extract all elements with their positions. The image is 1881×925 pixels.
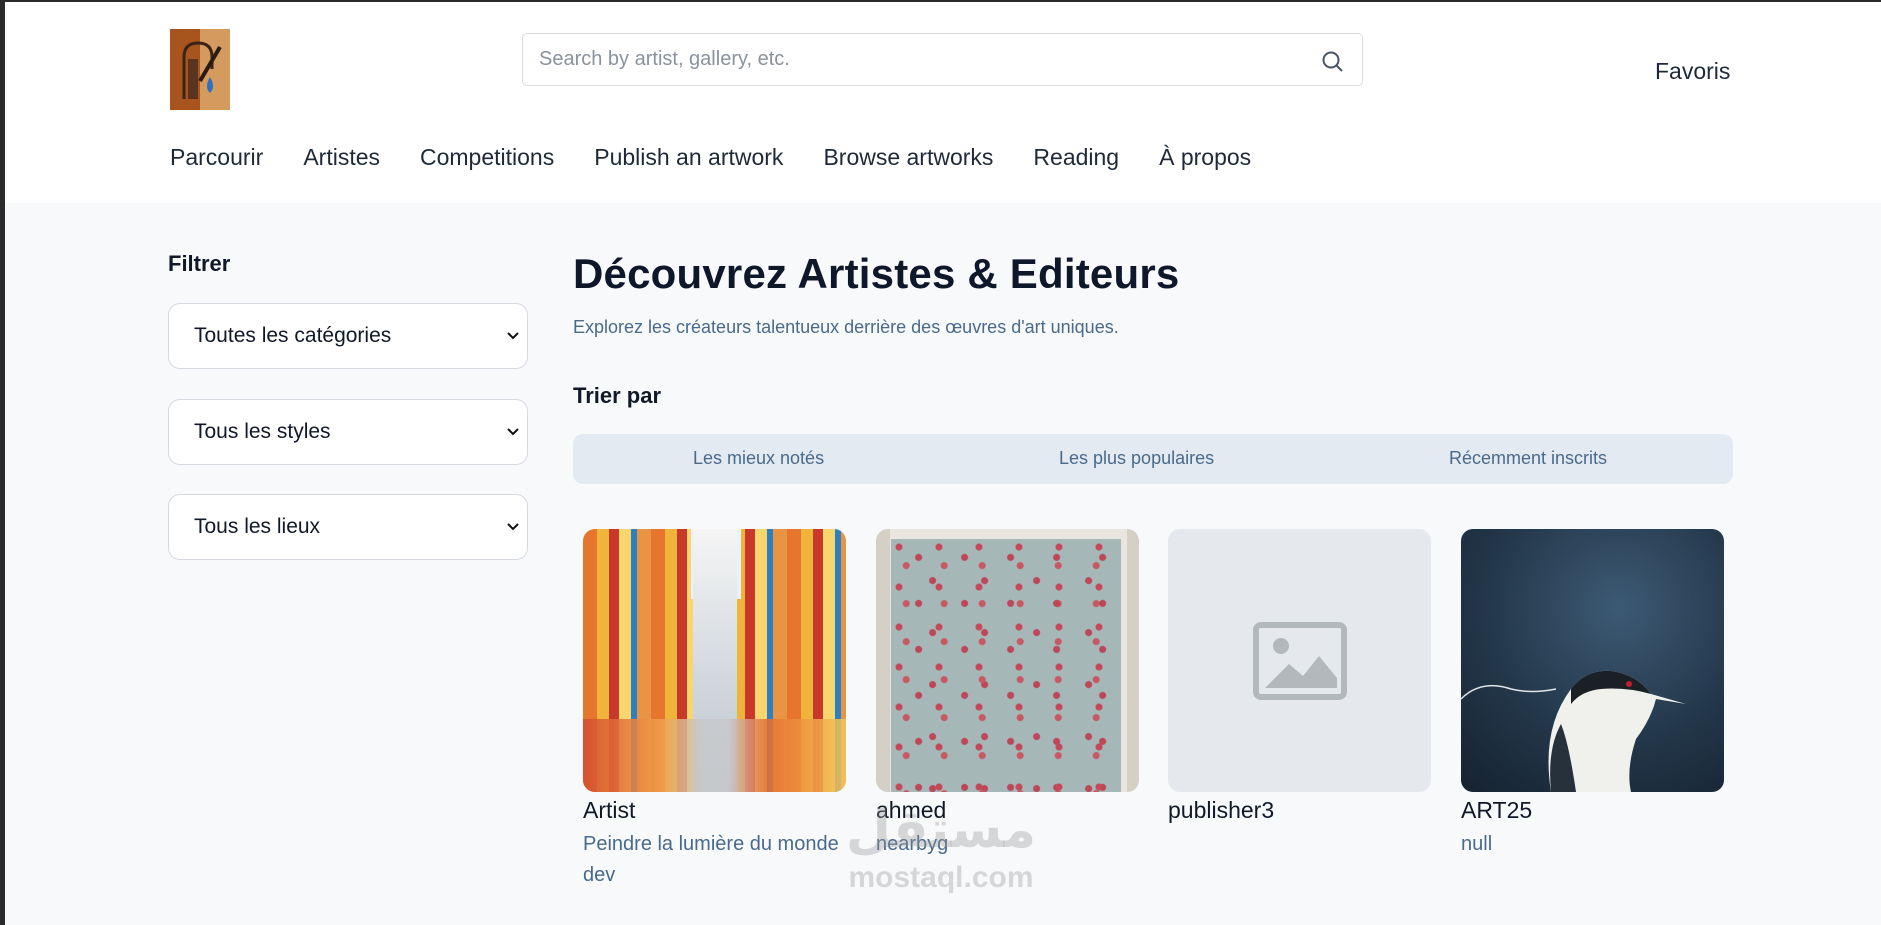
sort-recently-joined[interactable]: Récemment inscrits xyxy=(1449,448,1607,469)
sort-most-popular[interactable]: Les plus populaires xyxy=(1059,448,1214,469)
chevron-down-icon xyxy=(507,332,519,340)
search-icon[interactable] xyxy=(1320,49,1346,75)
nav-a-propos[interactable]: À propos xyxy=(1159,144,1251,171)
page-title: Découvrez Artistes & Editeurs xyxy=(573,250,1180,297)
artist-card[interactable]: publisher3 xyxy=(1168,529,1431,829)
category-select-value: Toutes les catégories xyxy=(194,324,392,347)
artist-card[interactable]: Artist Peindre la lumière du monde dev xyxy=(583,529,846,891)
chevron-down-icon xyxy=(507,523,519,531)
location-select[interactable]: Tous les lieux xyxy=(168,494,528,560)
site-logo[interactable] xyxy=(170,29,230,110)
watermark-arabic: مستقل xyxy=(845,801,1037,859)
artist-thumbnail[interactable] xyxy=(583,529,846,792)
search-input[interactable] xyxy=(523,34,1303,85)
search-box xyxy=(522,33,1363,86)
artist-thumbnail[interactable] xyxy=(1461,529,1724,792)
chevron-down-icon xyxy=(507,428,519,436)
heron-image xyxy=(1461,670,1686,792)
filter-title: Filtrer xyxy=(168,251,231,276)
watermark-latin: mostaql.com xyxy=(848,861,1034,894)
favoris-link[interactable]: Favoris xyxy=(1655,58,1730,85)
style-select-value: Tous les styles xyxy=(194,420,331,443)
artist-thumbnail[interactable] xyxy=(876,529,1139,792)
sort-tabs: Les mieux notés Les plus populaires Réce… xyxy=(573,434,1733,484)
artist-card[interactable]: ART25 null xyxy=(1461,529,1724,860)
nav-browse-artworks[interactable]: Browse artworks xyxy=(823,144,993,171)
location-select-value: Tous les lieux xyxy=(194,515,321,538)
sort-top-rated[interactable]: Les mieux notés xyxy=(693,448,824,469)
page-subtitle: Explorez les créateurs talentueux derriè… xyxy=(573,317,1119,337)
artist-name[interactable]: Artist xyxy=(583,797,846,824)
main-nav: Parcourir Artistes Competitions Publish … xyxy=(170,144,1291,171)
nav-reading[interactable]: Reading xyxy=(1033,144,1119,171)
nav-competitions[interactable]: Competitions xyxy=(420,144,554,171)
nav-artistes[interactable]: Artistes xyxy=(303,144,380,171)
nav-parcourir[interactable]: Parcourir xyxy=(170,144,263,171)
artist-description: Peindre la lumière du monde dev xyxy=(583,833,839,886)
image-placeholder-icon xyxy=(1253,622,1347,700)
sort-title: Trier par xyxy=(573,383,662,408)
artist-name[interactable]: ART25 xyxy=(1461,797,1724,824)
style-select[interactable]: Tous les styles xyxy=(168,399,528,465)
category-select[interactable]: Toutes les catégories xyxy=(168,303,528,369)
artist-description: null xyxy=(1461,833,1493,855)
watermark: مستقل mostaql.com xyxy=(826,800,1056,896)
artist-thumbnail-placeholder[interactable] xyxy=(1168,529,1431,792)
artist-name[interactable]: publisher3 xyxy=(1168,797,1431,824)
site-header: Favoris Parcourir Artistes Competitions … xyxy=(5,2,1881,203)
nav-publish-artwork[interactable]: Publish an artwork xyxy=(594,144,783,171)
brush-logo-icon xyxy=(182,41,222,99)
